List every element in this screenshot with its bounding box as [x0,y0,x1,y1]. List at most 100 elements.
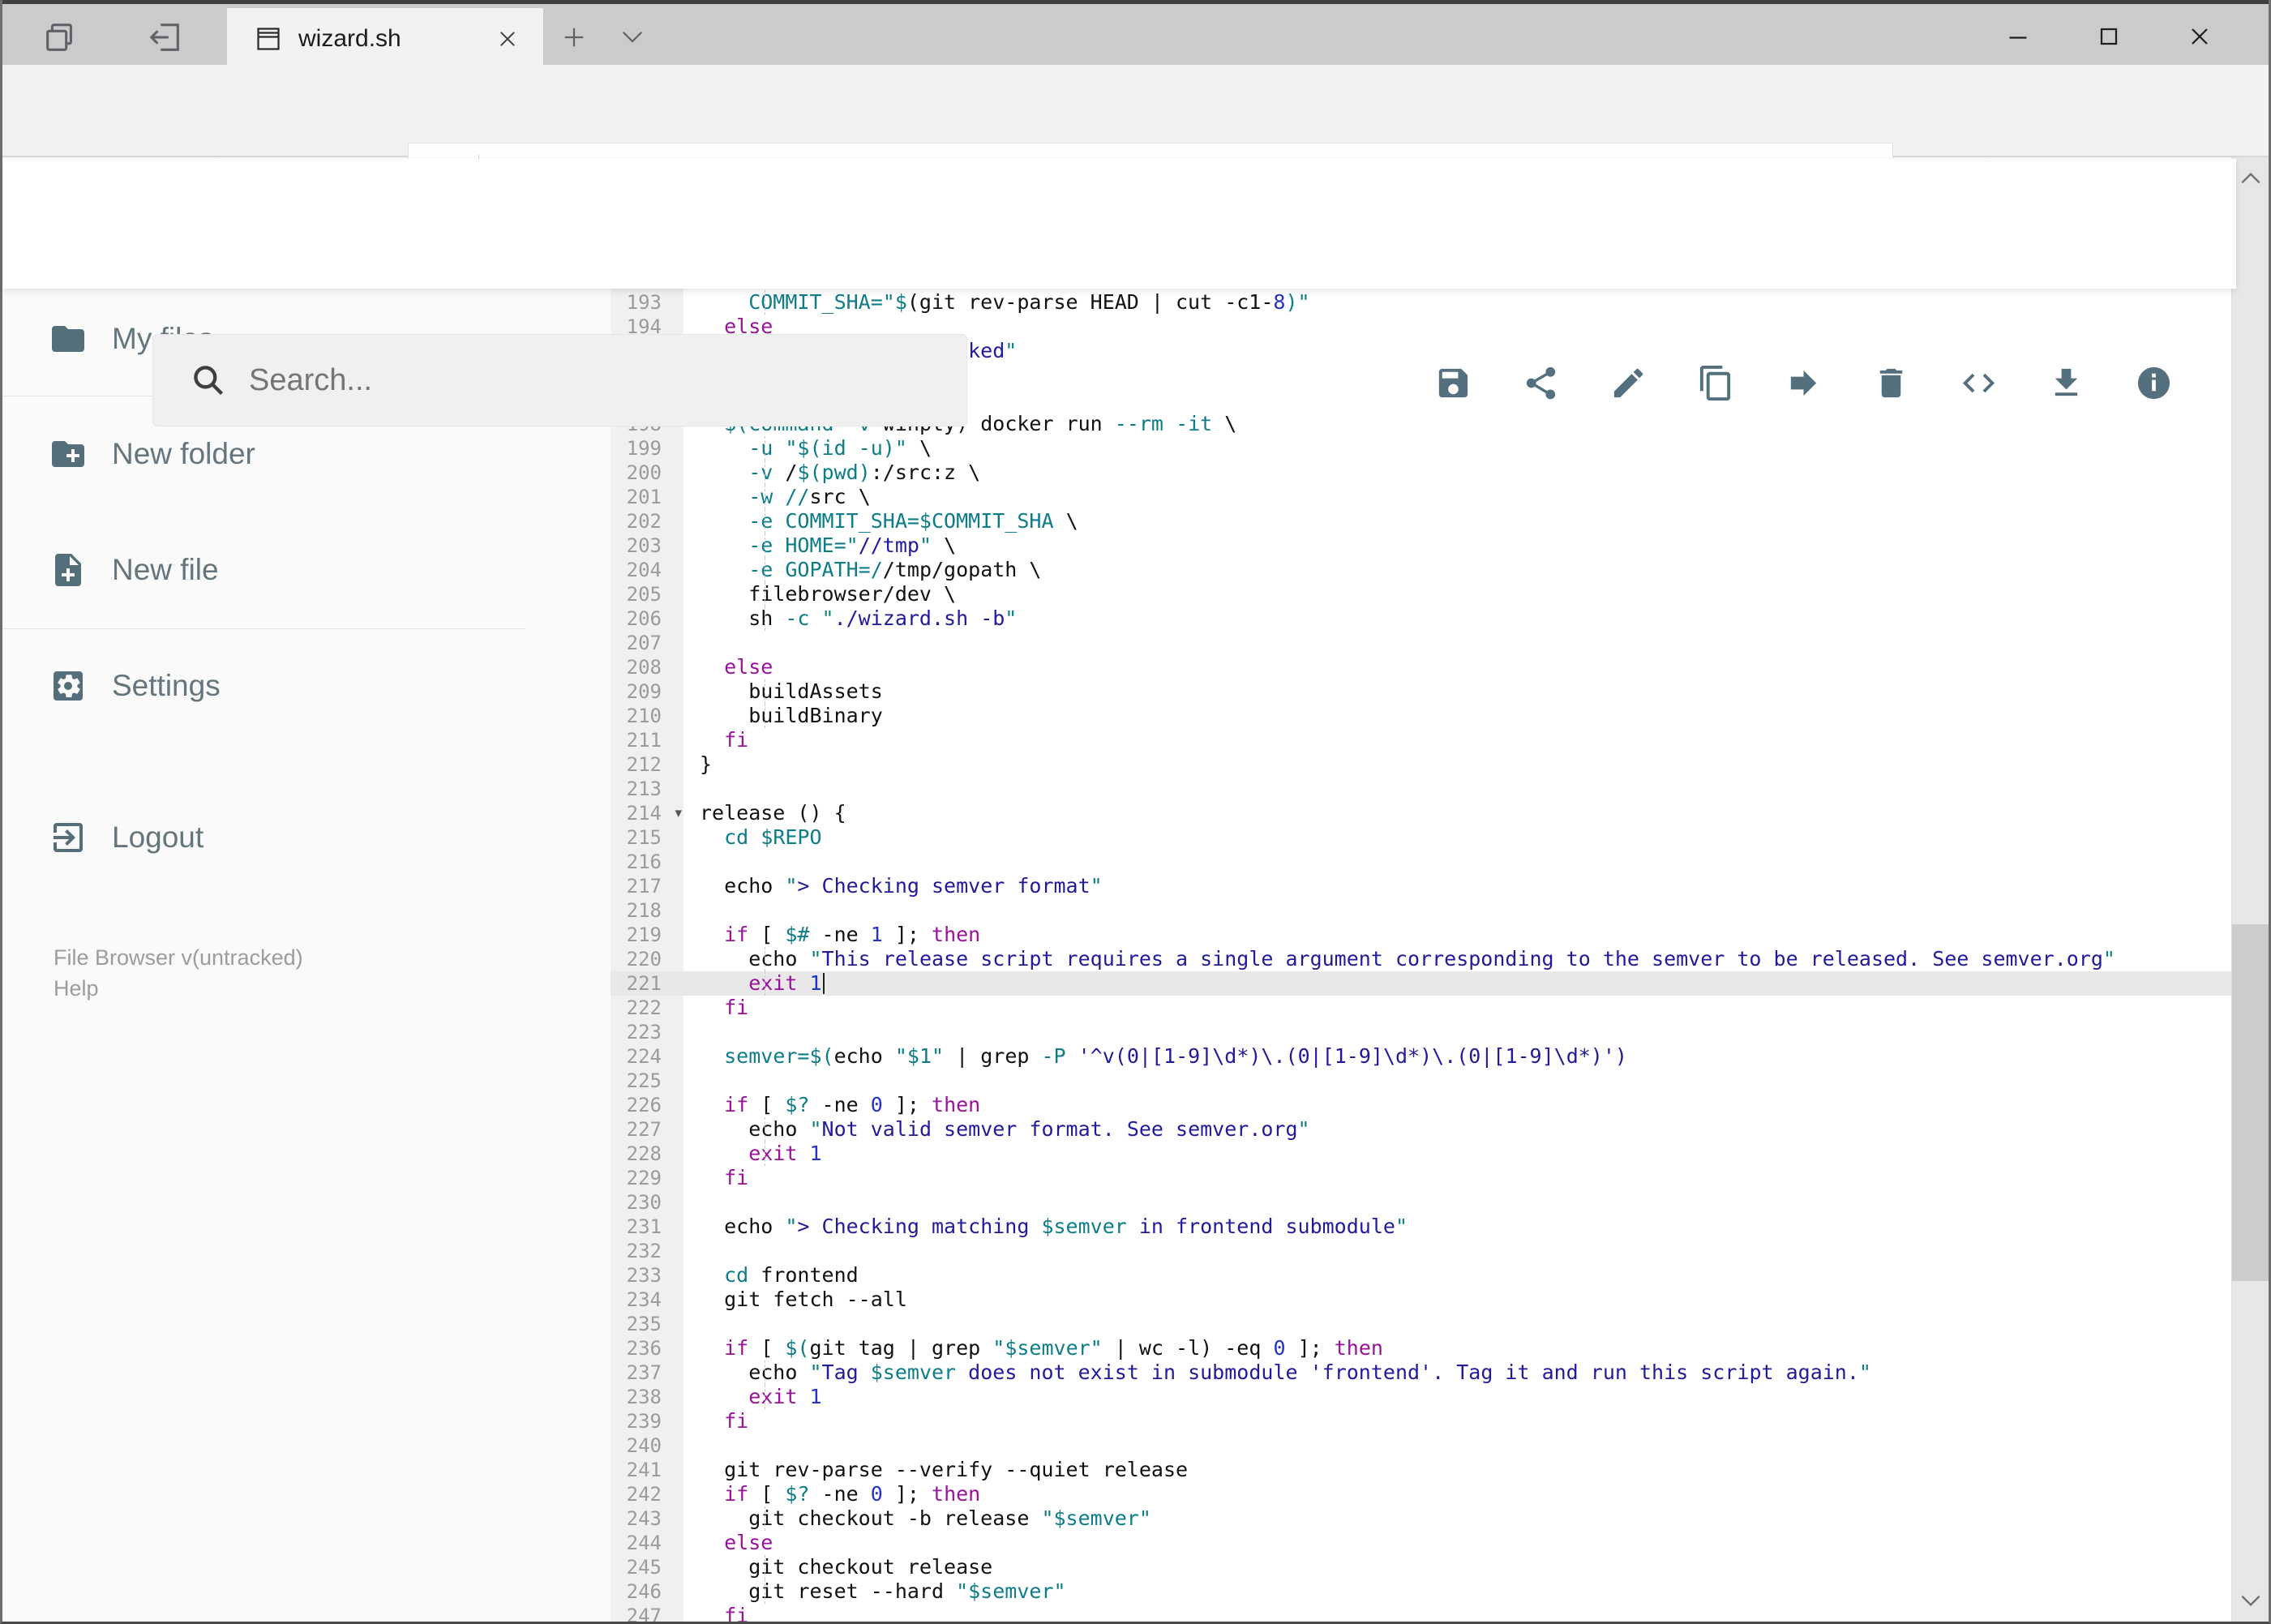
code-line[interactable]: 235 [611,1312,2236,1336]
code-line[interactable]: 227 echo "Not valid semver format. See s… [611,1117,2236,1142]
tab-list-chevron-icon[interactable] [620,28,645,46]
maximize-icon[interactable] [2094,22,2123,51]
code-line[interactable]: 215 cd $REPO [611,825,2236,850]
line-number: 204 [611,558,683,582]
code-token: cd [724,1263,749,1287]
code-line[interactable]: 239 fi [611,1409,2236,1433]
code-line[interactable]: 219 if [ $# -ne 1 ]; then [611,923,2236,947]
code-token: fi [724,1166,749,1189]
code-line[interactable]: 244 else [611,1531,2236,1555]
scroll-up-icon[interactable] [2238,165,2264,191]
set-tabs-aside-icon[interactable] [147,19,184,56]
code-line[interactable]: 217 echo "> Checking semver format" [611,874,2236,898]
code-line[interactable]: 223 [611,1020,2236,1044]
code-line[interactable]: 234 git fetch --all [611,1288,2236,1312]
code-line[interactable]: 216 [611,850,2236,874]
vertical-scrollbar[interactable] [2231,157,2269,1622]
code-line[interactable]: 238 exit 1 [611,1385,2236,1409]
code-line[interactable]: 207 [611,631,2236,655]
code-line[interactable]: 212} [611,752,2236,777]
save-button[interactable] [1434,364,1472,402]
code-line[interactable]: 226 if [ $? -ne 0 ]; then [611,1093,2236,1117]
new-tab-icon[interactable] [562,25,586,49]
code-line[interactable]: 241 git rev-parse --verify --quiet relea… [611,1458,2236,1482]
line-number: 221 [611,971,683,996]
code-line[interactable]: 218 [611,898,2236,923]
code-line[interactable]: 206 sh -c "./wizard.sh -b" [611,606,2236,631]
code-line[interactable]: 247 fi [611,1604,2236,1622]
code-token: 1 [870,923,883,946]
code-token: | wc -l) -eq [1102,1336,1274,1360]
source-code-button[interactable] [1960,364,1998,402]
code-line[interactable]: 203 -e HOME="//tmp" \ [611,533,2236,558]
search-input[interactable]: Search... [152,334,967,426]
sidebar-item-new-file[interactable]: New file [2,529,529,611]
scroll-down-icon[interactable] [2238,1588,2264,1613]
code-line[interactable]: 210 buildBinary [611,704,2236,728]
code-line[interactable]: 220 echo "This release script requires a… [611,947,2236,971]
code-line-text: fi [683,1604,2236,1622]
code-line[interactable]: 213 [611,777,2236,801]
code-token: 1 [809,971,822,995]
code-editor[interactable]: 192 if [ -d ".git" ]; then193 COMMIT_SHA… [611,287,2236,1622]
code-line[interactable]: 233 cd frontend [611,1263,2236,1288]
line-number: 207 [611,631,683,655]
code-line[interactable]: 237 echo "Tag $semver does not exist in … [611,1360,2236,1385]
code-line[interactable]: 232 [611,1239,2236,1263]
code-line[interactable]: 229 fi [611,1166,2236,1190]
code-token: \ [1053,509,1078,533]
code-line[interactable]: 245 git checkout release [611,1555,2236,1579]
code-line-text: buildAssets [683,679,2236,704]
code-line[interactable]: 204 -e GOPATH=//tmp/gopath \ [611,558,2236,582]
code-line-text: cd $REPO [683,825,2236,850]
code-line[interactable]: 225 [611,1069,2236,1093]
delete-button[interactable] [1872,364,1910,402]
scrollbar-thumb[interactable] [2232,924,2269,1281]
code-line[interactable]: 221 exit 1 [611,971,2236,996]
code-line[interactable]: 242 if [ $? -ne 0 ]; then [611,1482,2236,1506]
sidebar-item-logout[interactable]: Logout [2,797,529,878]
code-line[interactable]: 243 git checkout -b release "$semver" [611,1506,2236,1531]
browser-tab[interactable]: wizard.sh [227,8,543,69]
code-line[interactable]: 205 filebrowser/dev \ [611,582,2236,606]
copy-button[interactable] [1697,364,1735,402]
code-line[interactable]: 236 if [ $(git tag | grep "$semver" | wc… [611,1336,2236,1360]
sidebar-item-settings[interactable]: Settings [2,645,529,726]
editor-toolbar [1434,318,2173,448]
line-number: 217 [611,874,683,898]
code-line[interactable]: 211 fi [611,728,2236,752]
code-line[interactable]: 214 ▾ release () { [611,801,2236,825]
code-token: 0 [1273,1336,1286,1360]
share-button[interactable] [1522,364,1560,402]
code-line[interactable]: 224 semver=$(echo "$1" | grep -P '^v(0|[… [611,1044,2236,1069]
code-line[interactable]: 209 buildAssets [611,679,2236,704]
rename-button[interactable] [1609,364,1648,402]
line-number: 202 [611,509,683,533]
code-line[interactable]: 228 exit 1 [611,1142,2236,1166]
info-button[interactable] [2135,364,2173,402]
tab-preview-icon[interactable] [41,19,79,56]
code-line[interactable]: 193 COMMIT_SHA="$(git rev-parse HEAD | c… [611,290,2236,315]
close-window-icon[interactable] [2185,22,2214,51]
download-button[interactable] [2047,364,2085,402]
code-line[interactable]: 201 -w //src \ [611,485,2236,509]
code-line[interactable]: 230 [611,1190,2236,1215]
code-token: if [724,923,749,946]
code-line[interactable]: 240 [611,1433,2236,1458]
close-tab-icon[interactable] [496,28,519,50]
help-link[interactable]: Help [54,976,99,1001]
code-line[interactable]: 202 -e COMMIT_SHA=$COMMIT_SHA \ [611,509,2236,533]
move-button[interactable] [1785,364,1823,402]
code-token: -P [1041,1044,1066,1068]
code-line[interactable]: 222 fi [611,996,2236,1020]
code-line[interactable]: 231 echo "> Checking matching $semver in… [611,1215,2236,1239]
code-line[interactable]: 200 -v /$(pwd):/src:z \ [611,461,2236,485]
minimize-icon[interactable] [2003,22,2033,51]
code-line[interactable]: 208 else [611,655,2236,679]
fold-arrow-icon[interactable]: ▾ [675,801,682,825]
code-line[interactable]: 246 git reset --hard "$semver" [611,1579,2236,1604]
